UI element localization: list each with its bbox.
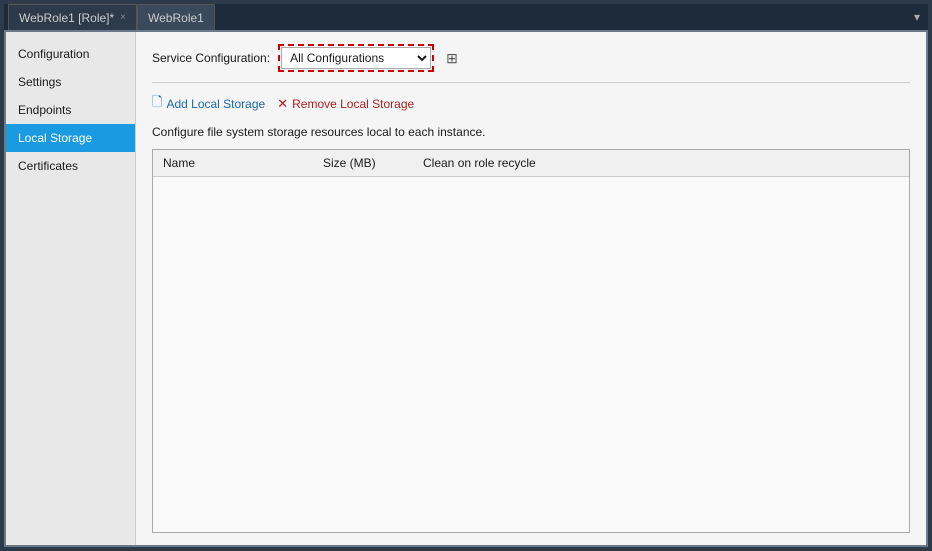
tab-webrole1-role-label: WebRole1 [Role]* (19, 11, 114, 25)
add-local-storage-button[interactable]: 🗋 Add Local Storage (152, 93, 265, 115)
sidebar-item-endpoints[interactable]: Endpoints (6, 96, 135, 124)
sidebar-item-configuration[interactable]: Configuration (6, 40, 135, 68)
sidebar-item-certificates-label: Certificates (18, 159, 78, 173)
col-header-size: Size (MB) (313, 150, 413, 177)
description-text: Configure file system storage resources … (152, 125, 910, 139)
tab-webrole1[interactable]: WebRole1 (137, 4, 215, 30)
remove-local-storage-label: Remove Local Storage (292, 97, 414, 111)
content-area: Service Configuration: All Configuration… (136, 32, 926, 545)
remove-local-storage-button[interactable]: ✕ Remove Local Storage (277, 96, 414, 112)
sidebar-item-configuration-label: Configuration (18, 47, 89, 61)
sidebar-item-certificates[interactable]: Certificates (6, 152, 135, 180)
col-header-name: Name (153, 150, 313, 177)
chevron-icon[interactable]: ▾ (914, 10, 924, 24)
main-content: Configuration Settings Endpoints Local S… (4, 30, 928, 547)
storage-table: Name Size (MB) Clean on role recycle (153, 150, 909, 177)
tab-webrole1-role[interactable]: WebRole1 [Role]* × (8, 4, 137, 30)
add-local-storage-icon: 🗋 (152, 93, 162, 115)
storage-table-wrapper: Name Size (MB) Clean on role recycle (152, 149, 910, 533)
title-bar: WebRole1 [Role]* × WebRole1 ▾ (4, 4, 928, 30)
sidebar: Configuration Settings Endpoints Local S… (6, 32, 136, 545)
tab-webrole1-label: WebRole1 (148, 11, 204, 25)
tab-webrole1-role-close[interactable]: × (120, 12, 126, 23)
add-local-storage-label: Add Local Storage (166, 97, 265, 111)
config-settings-icon[interactable]: ⊞ (446, 50, 458, 67)
sidebar-item-local-storage-label: Local Storage (18, 131, 92, 145)
service-config-label: Service Configuration: (152, 51, 270, 65)
service-config-select[interactable]: All Configurations Cloud Local (281, 47, 431, 69)
sidebar-item-local-storage[interactable]: Local Storage (6, 124, 135, 152)
col-header-clean: Clean on role recycle (413, 150, 909, 177)
app-frame: WebRole1 [Role]* × WebRole1 ▾ Configurat… (0, 0, 932, 551)
table-header-row: Name Size (MB) Clean on role recycle (153, 150, 909, 177)
remove-local-storage-icon: ✕ (277, 96, 288, 112)
toolbar-row: 🗋 Add Local Storage ✕ Remove Local Stora… (152, 93, 910, 115)
sidebar-item-endpoints-label: Endpoints (18, 103, 71, 117)
sidebar-item-settings[interactable]: Settings (6, 68, 135, 96)
sidebar-item-settings-label: Settings (18, 75, 61, 89)
service-config-row: Service Configuration: All Configuration… (152, 44, 910, 83)
config-select-wrapper: All Configurations Cloud Local (278, 44, 434, 72)
